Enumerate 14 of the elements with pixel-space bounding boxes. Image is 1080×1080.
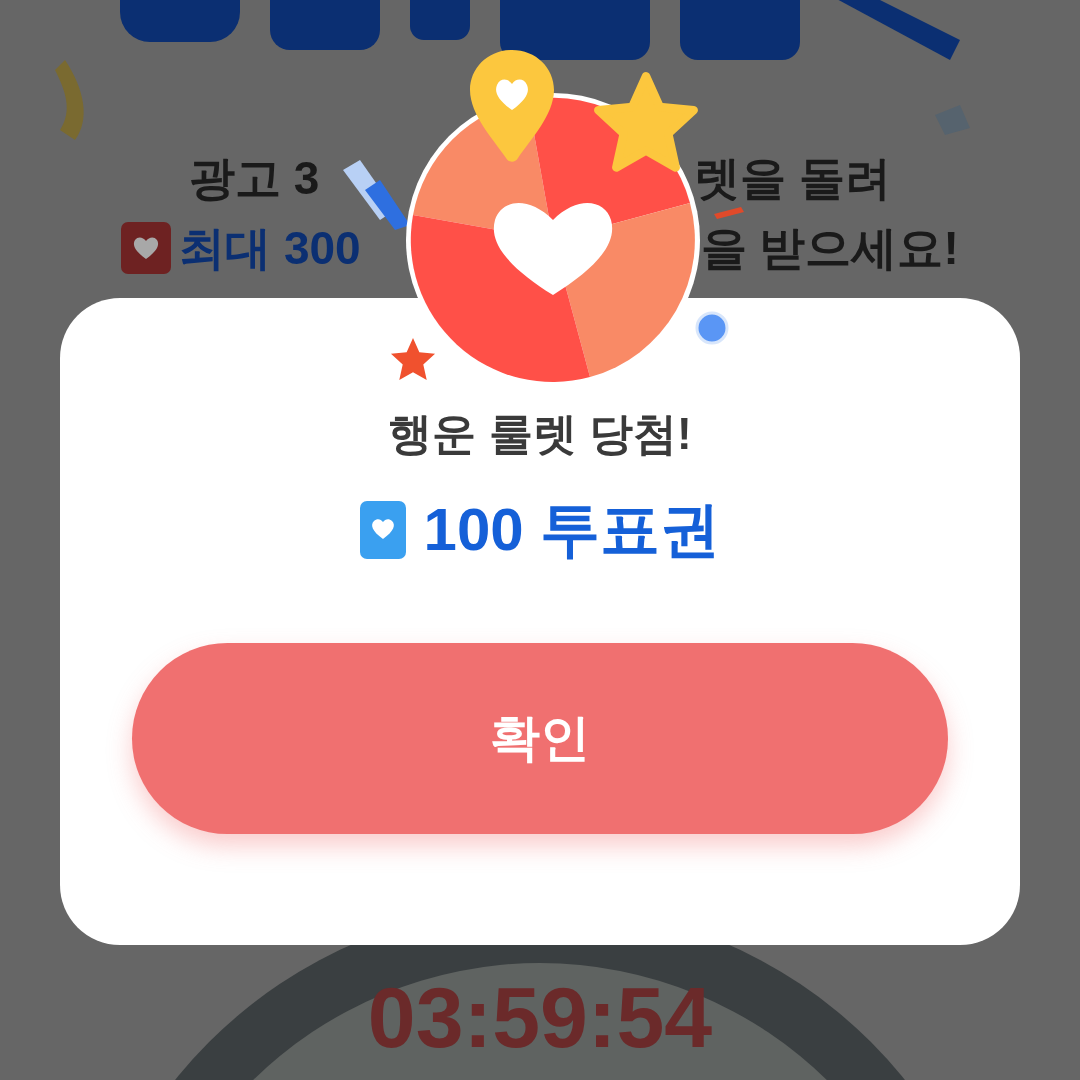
promo-text: 렛을 돌려 xyxy=(694,151,892,206)
location-pin-icon xyxy=(470,50,554,162)
dot-icon xyxy=(695,311,729,345)
ticket-icon xyxy=(359,501,406,559)
confetti-icon xyxy=(714,207,744,219)
promo-text: 을 받으세요! xyxy=(700,221,959,276)
promo-text: 광고 3 xyxy=(188,151,320,206)
dialog-title: 행운 룰렛 당첨! xyxy=(388,408,692,460)
confetti-icon xyxy=(343,160,410,230)
heart-badge-icon xyxy=(121,222,172,274)
reward-amount: 100 투표권 xyxy=(423,495,721,565)
countdown-timer: 03:59:54 xyxy=(367,969,713,1065)
confirm-button[interactable]: 확인 xyxy=(132,643,948,834)
promo-text: 최대 300 xyxy=(179,221,361,276)
